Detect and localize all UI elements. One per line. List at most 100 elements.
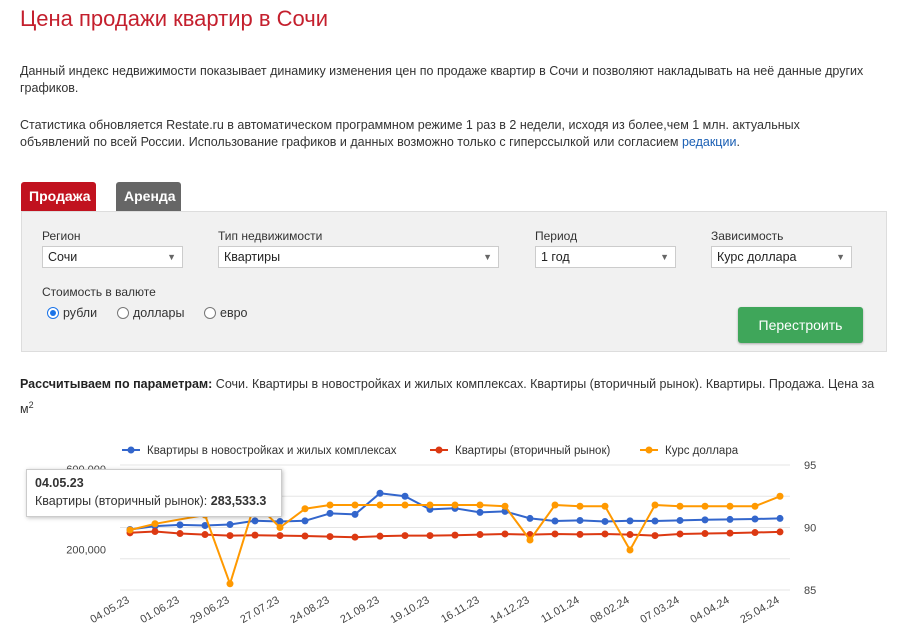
data-point	[651, 532, 659, 540]
data-point	[676, 530, 684, 538]
radio-usd-label: доллары	[133, 306, 185, 320]
data-point	[226, 580, 234, 588]
data-point	[726, 515, 734, 523]
data-point	[326, 501, 334, 509]
data-point	[151, 520, 159, 528]
data-point	[276, 524, 284, 531]
data-point	[351, 533, 359, 541]
data-point	[676, 516, 684, 524]
x-tick-label: 04.05.23	[88, 594, 131, 626]
type-select[interactable]: Квартиры ▼	[218, 246, 499, 268]
x-tick-label: 24.08.23	[288, 594, 331, 626]
params-sup: 2	[28, 400, 34, 410]
x-tick-label: 11.01.24	[539, 594, 581, 625]
radio-usd[interactable]: доллары	[117, 306, 184, 320]
data-point	[726, 529, 734, 537]
chevron-down-icon: ▼	[483, 252, 492, 262]
data-point	[426, 501, 434, 509]
data-point	[676, 502, 684, 510]
data-point	[401, 501, 409, 509]
data-point	[276, 532, 284, 540]
data-point	[301, 517, 309, 525]
data-point	[376, 489, 384, 497]
data-point	[326, 509, 334, 517]
data-point	[526, 536, 534, 544]
data-point	[126, 526, 134, 534]
x-tick-label: 01.06.23	[138, 594, 181, 626]
x-tick-label: 21.09.23	[338, 594, 381, 626]
legend-marker	[435, 446, 443, 454]
data-point	[326, 533, 334, 541]
radio-checked-icon	[47, 307, 59, 319]
data-point	[476, 531, 484, 539]
data-point	[476, 508, 484, 516]
data-point	[401, 532, 409, 540]
data-point	[226, 532, 234, 540]
data-point	[426, 532, 434, 540]
region-label: Регион	[42, 229, 81, 243]
rebuild-button[interactable]: Перестроить	[738, 307, 863, 343]
data-point	[401, 492, 409, 500]
data-point	[701, 516, 709, 524]
data-point	[751, 515, 759, 523]
y-right-tick-label: 95	[804, 460, 816, 472]
intro-text: Данный индекс недвижимости показывает ди…	[20, 64, 864, 95]
params-label: Рассчитываем по параметрам:	[20, 377, 213, 391]
data-point	[726, 502, 734, 510]
x-tick-label: 19.10.23	[388, 594, 431, 626]
x-tick-label: 04.04.24	[688, 594, 731, 626]
data-point	[501, 502, 509, 510]
intro-paragraph: Данный индекс недвижимости показывает ди…	[20, 63, 870, 97]
tooltip-series: Квартиры (вторичный рынок):	[35, 494, 211, 508]
x-tick-label: 08.02.24	[588, 594, 631, 626]
params-line: Рассчитываем по параметрам: Сочи. Кварти…	[20, 374, 880, 420]
data-point	[776, 528, 784, 536]
data-point	[176, 521, 184, 529]
stats-paragraph: Статистика обновляется Restate.ru в авто…	[20, 117, 870, 151]
period-select[interactable]: 1 год ▼	[535, 246, 676, 268]
data-point	[651, 501, 659, 509]
data-point	[551, 530, 559, 538]
legend-label: Квартиры (вторичный рынок)	[455, 445, 610, 457]
data-point	[776, 492, 784, 500]
tooltip-date: 04.05.23	[35, 476, 84, 490]
radio-unchecked-icon	[204, 307, 216, 319]
data-point	[701, 530, 709, 538]
data-point	[626, 546, 634, 554]
stats-text-end: .	[736, 135, 740, 149]
region-select[interactable]: Сочи ▼	[42, 246, 183, 268]
data-point	[751, 529, 759, 537]
data-point	[751, 502, 759, 510]
data-point	[626, 517, 634, 525]
price-chart: 200,000600,00085909504.05.2301.06.2329.0…	[66, 445, 816, 626]
radio-eur[interactable]: евро	[204, 306, 248, 320]
tab-rent[interactable]: Аренда	[116, 182, 181, 211]
filter-panel: Регион Сочи ▼ Тип недвижимости Квартиры ▼ …	[21, 211, 887, 352]
chevron-down-icon: ▼	[167, 252, 176, 262]
tooltip-body: Квартиры (вторичный рынок): 283,533.3	[35, 494, 273, 508]
region-value: Сочи	[48, 250, 78, 264]
data-point	[226, 520, 234, 528]
legend-label: Курс доллара	[665, 445, 739, 457]
data-point	[601, 530, 609, 538]
chart-tooltip: 04.05.23 Квартиры (вторичный рынок): 283…	[26, 469, 282, 517]
y-right-tick-label: 90	[804, 523, 816, 535]
data-point	[376, 501, 384, 509]
tab-sale[interactable]: Продажа	[21, 182, 96, 211]
x-tick-label: 14.12.23	[488, 594, 531, 626]
data-point	[301, 505, 309, 513]
type-label: Тип недвижимости	[218, 229, 323, 243]
dependency-select[interactable]: Курс доллара ▼	[711, 246, 852, 268]
data-point	[351, 510, 359, 518]
editors-link[interactable]: редакции	[682, 135, 736, 149]
data-point	[601, 502, 609, 510]
currency-label: Стоимость в валюте	[42, 285, 156, 299]
data-point	[576, 502, 584, 510]
tooltip-value: 283,533.3	[210, 494, 267, 508]
data-point	[626, 531, 634, 539]
dependency-label: Зависимость	[711, 229, 784, 243]
x-tick-label: 29.06.23	[188, 594, 231, 626]
page-title: Цена продажи квартир в Сочи	[20, 6, 329, 31]
radio-rub[interactable]: рубли	[47, 306, 97, 320]
legend-marker	[645, 446, 653, 454]
